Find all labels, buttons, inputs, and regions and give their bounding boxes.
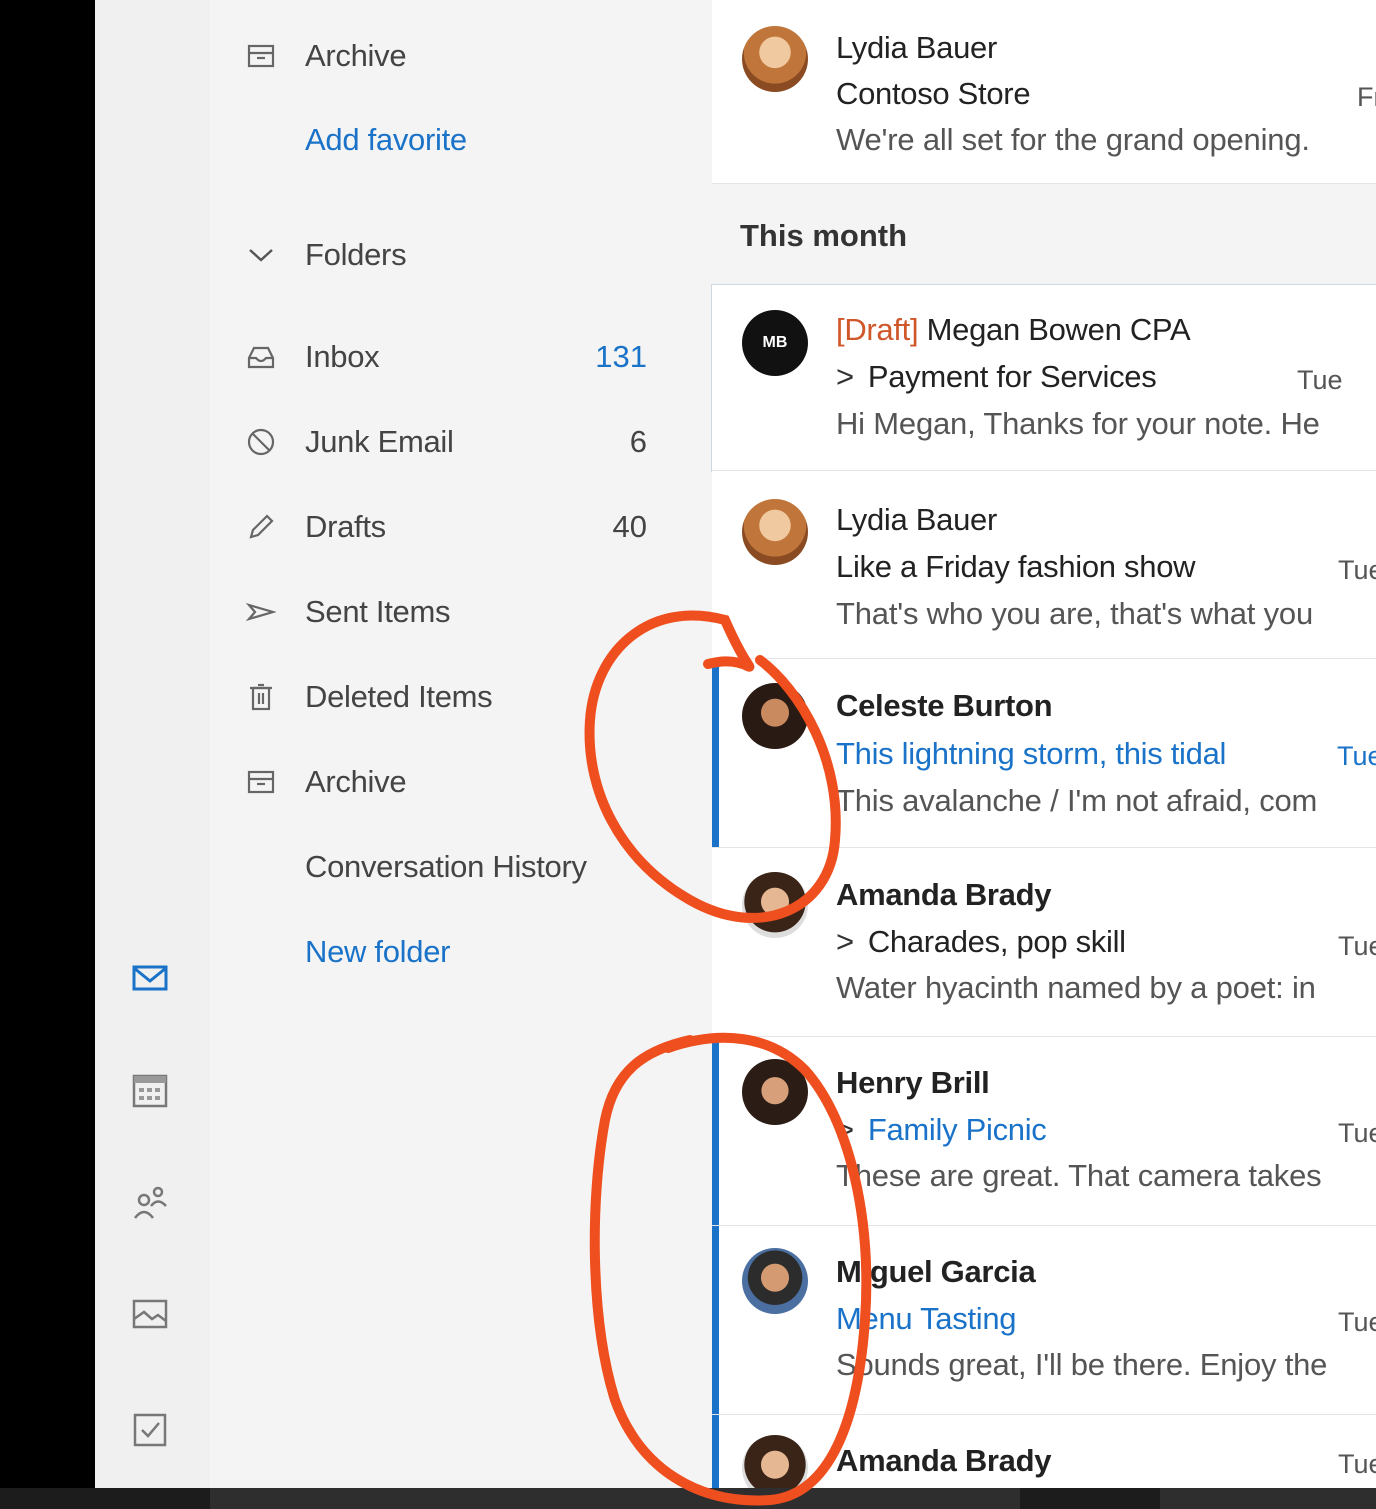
preview: That's who you are, that's what you	[836, 596, 1313, 631]
date: Tue	[1338, 1307, 1376, 1337]
message-item[interactable]: Amanda Brady Tue	[712, 1415, 1376, 1488]
people-icon[interactable]	[128, 1180, 172, 1224]
folders-header-label: Folders	[305, 237, 407, 272]
date: Tue	[1338, 1449, 1376, 1479]
sender-name: [Draft] Megan Bowen CPA	[836, 312, 1191, 348]
section-header: This month	[740, 218, 908, 253]
folder-label: Conversation History	[305, 849, 587, 884]
folder-label: Drafts	[305, 509, 386, 544]
subject: Contoso Store	[836, 76, 1031, 111]
add-favorite-label: Add favorite	[305, 122, 467, 157]
preview: These are great. That camera takes	[836, 1158, 1322, 1193]
taskbar-segment	[1160, 1488, 1376, 1509]
message-item[interactable]: MB [Draft] Megan Bowen CPA > Payment for …	[711, 284, 1376, 472]
preview: This avalanche / I'm not afraid, com	[836, 783, 1318, 818]
folder-inbox[interactable]: Inbox 131	[210, 327, 690, 387]
draft-tag: [Draft]	[836, 312, 919, 347]
folder-conversation-history[interactable]: Conversation History	[210, 837, 690, 897]
subject: This lightning storm, this tidal	[836, 736, 1227, 771]
folders-header[interactable]: Folders	[210, 225, 690, 285]
archive-icon	[246, 767, 276, 797]
taskbar	[0, 1488, 1376, 1509]
archive-icon	[246, 41, 276, 71]
folder-label: Junk Email	[305, 424, 454, 459]
folder-label: Archive	[305, 764, 407, 799]
message-list: Lydia Bauer Contoso Store Fr We're all s…	[710, 0, 1376, 1488]
sender-name-text: Megan Bowen CPA	[926, 312, 1191, 347]
sender-name: Miguel Garcia	[836, 1254, 1036, 1289]
chevron-right-icon: >	[836, 1112, 854, 1147]
date: Tue	[1337, 741, 1376, 771]
send-icon	[246, 597, 276, 627]
folder-drafts[interactable]: Drafts 40	[210, 497, 690, 557]
date: Tue	[1297, 365, 1343, 395]
calendar-icon[interactable]	[128, 1068, 172, 1112]
photos-icon[interactable]	[128, 1292, 172, 1336]
sender-name: Celeste Burton	[836, 688, 1053, 723]
inbox-icon	[246, 342, 276, 372]
subject: > Payment for Services	[836, 359, 1157, 395]
app-bar	[95, 0, 210, 1488]
message-item[interactable]: Celeste Burton This lightning storm, thi…	[712, 659, 1376, 848]
sender-name: Henry Brill	[836, 1065, 990, 1100]
avatar: MB	[742, 310, 808, 376]
sender-name: Lydia Bauer	[836, 502, 997, 537]
preview: Water hyacinth named by a poet: in	[836, 970, 1316, 1005]
folder-deleted-items[interactable]: Deleted Items	[210, 667, 690, 727]
subject-text: Payment for Services	[867, 359, 1157, 394]
folder-label: Sent Items	[305, 594, 451, 629]
favorite-archive[interactable]: Archive	[210, 26, 690, 86]
mail-icon[interactable]	[128, 956, 172, 1000]
subject: > Charades, pop skill	[836, 924, 1126, 960]
item-count: 40	[612, 509, 647, 544]
new-folder-link[interactable]: New folder	[210, 922, 690, 982]
avatar	[742, 683, 808, 749]
avatar	[742, 499, 808, 565]
sender-name: Amanda Brady	[836, 1443, 1052, 1478]
folder-pane: Archive Add favorite Folders Inbox 131 J…	[210, 0, 710, 1488]
message-item[interactable]: Lydia Bauer Like a Friday fashion show T…	[712, 471, 1376, 659]
sender-name: Lydia Bauer	[836, 30, 997, 65]
date: Tue	[1338, 555, 1376, 585]
preview: Hi Megan, Thanks for your note. He	[836, 406, 1320, 441]
unread-count: 131	[595, 339, 647, 374]
avatar	[742, 26, 808, 92]
folder-label: Deleted Items	[305, 679, 493, 714]
message-item[interactable]: Henry Brill > Family Picnic Tue These are…	[712, 1037, 1376, 1226]
folder-junk-email[interactable]: Junk Email 6	[210, 412, 690, 472]
avatar	[742, 872, 808, 938]
folder-archive[interactable]: Archive	[210, 752, 690, 812]
add-favorite-link[interactable]: Add favorite	[210, 110, 690, 170]
avatar	[742, 1435, 808, 1488]
date: Fr	[1357, 82, 1376, 112]
sender-name: Amanda Brady	[836, 877, 1052, 912]
trash-icon	[246, 682, 276, 712]
subject: > Family Picnic	[836, 1112, 1047, 1148]
subject-text: Charades, pop skill	[867, 924, 1126, 959]
todo-icon[interactable]	[128, 1408, 172, 1452]
favorite-archive-label: Archive	[305, 38, 407, 73]
chevron-right-icon: >	[836, 359, 854, 394]
message-item[interactable]: Amanda Brady > Charades, pop skill Tue Wa…	[712, 848, 1376, 1037]
pencil-icon	[246, 512, 276, 542]
folder-label: Inbox	[305, 339, 380, 374]
taskbar-segment	[210, 1488, 1020, 1509]
chevron-down-icon	[246, 240, 276, 270]
folder-sent-items[interactable]: Sent Items	[210, 582, 690, 642]
message-item[interactable]: Miguel Garcia Menu Tasting Tue Sounds gr…	[712, 1226, 1376, 1415]
preview: Sounds great, I'll be there. Enjoy the	[836, 1347, 1328, 1382]
subject-text: Family Picnic	[867, 1112, 1047, 1147]
avatar	[742, 1248, 808, 1314]
junk-icon	[246, 427, 276, 457]
subject: Menu Tasting	[836, 1301, 1017, 1336]
preview: We're all set for the grand opening.	[836, 122, 1310, 157]
message-item[interactable]: Lydia Bauer Contoso Store Fr We're all s…	[712, 0, 1376, 184]
subject: Like a Friday fashion show	[836, 549, 1196, 584]
avatar	[742, 1059, 808, 1125]
unread-count: 6	[629, 424, 647, 459]
new-folder-label: New folder	[305, 934, 451, 969]
date: Tue	[1338, 931, 1376, 961]
chevron-right-icon: >	[836, 924, 854, 959]
date: Tue	[1338, 1118, 1376, 1148]
